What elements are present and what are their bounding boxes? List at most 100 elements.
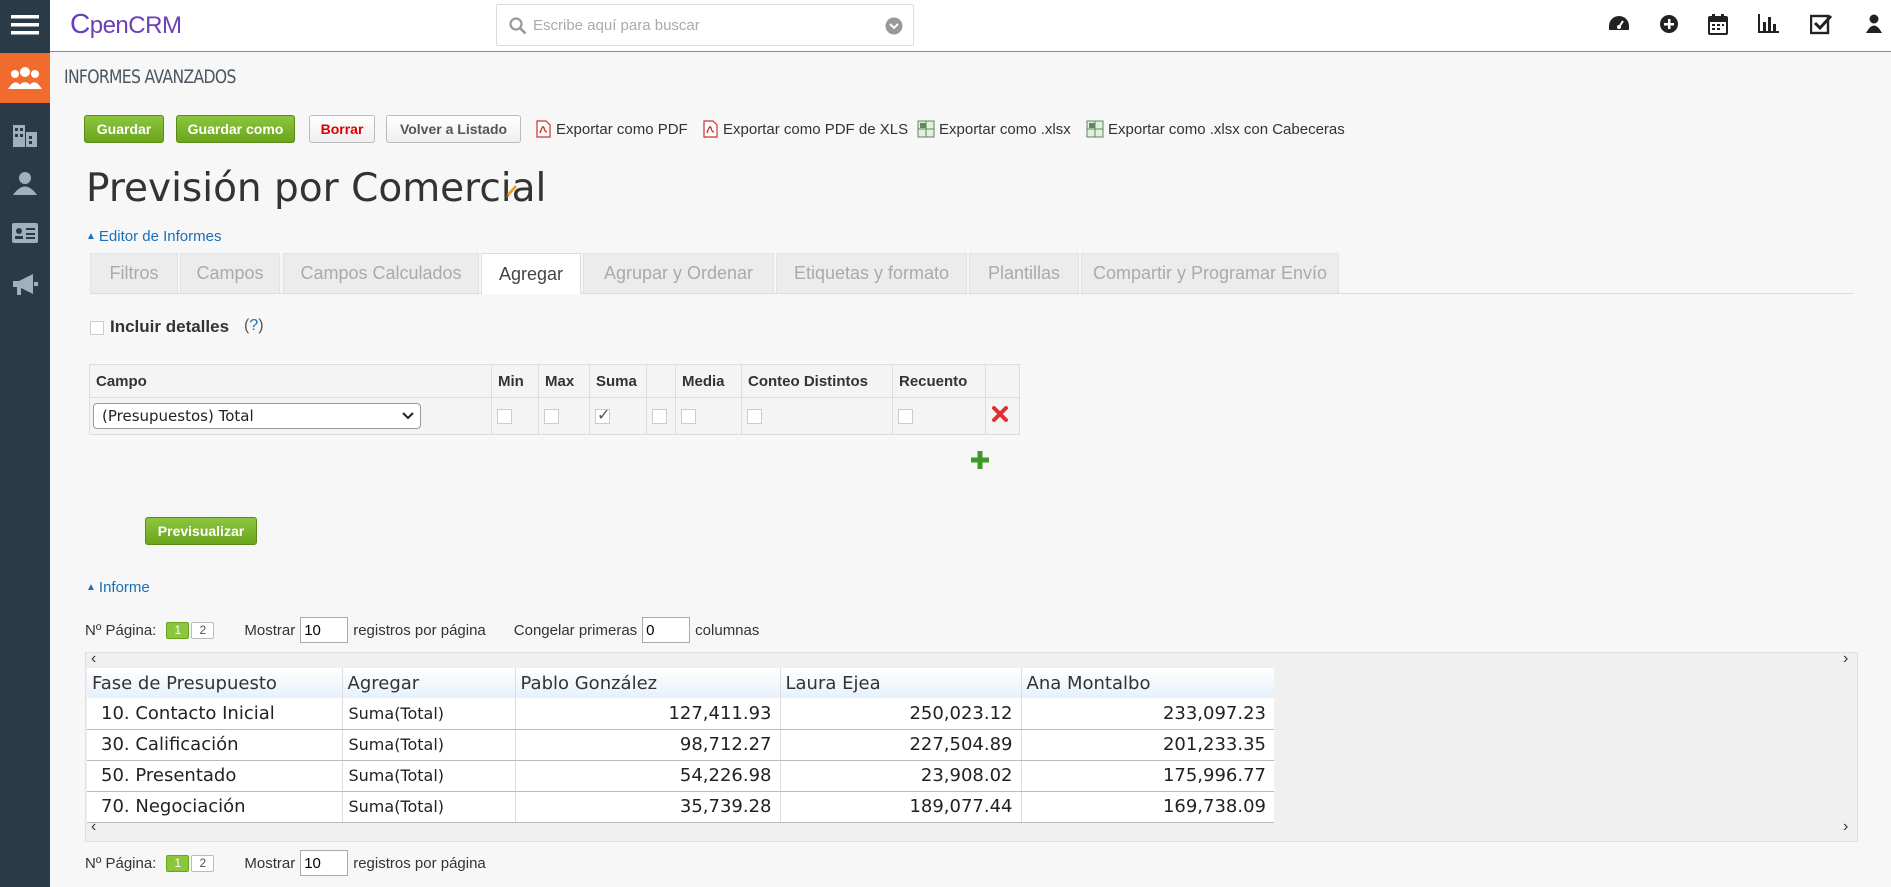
page-2-button[interactable]: 2 (191, 854, 215, 872)
page-2-button[interactable]: 2 (191, 621, 215, 639)
chevron-down-circle-icon[interactable] (885, 17, 903, 35)
user-account-icon[interactable] (1862, 12, 1886, 36)
row-laura-value: 250,023.12 (779, 698, 1021, 730)
col-max: Max (538, 364, 590, 398)
col-campo: Campo (89, 364, 492, 398)
id-card-icon (12, 223, 38, 243)
tab-campos[interactable]: Campos (180, 253, 280, 293)
back-to-list-button[interactable]: Volver a Listado (386, 115, 521, 143)
tasks-check-icon[interactable] (1809, 12, 1833, 36)
field-select[interactable]: (Presupuestos) Total (93, 403, 421, 429)
delete-button[interactable]: Borrar (309, 115, 375, 143)
row-agregar: Suma(Total) (341, 729, 515, 761)
bar-chart-icon[interactable] (1756, 12, 1780, 36)
pagination-bottom: Nº Página: 1 2 Mostrar registros por pág… (85, 850, 486, 876)
calendar-icon[interactable] (1706, 12, 1730, 36)
tab-agrupar-ordenar[interactable]: Agrupar y Ordenar (583, 253, 774, 293)
add-icon[interactable] (1657, 12, 1681, 36)
tab-etiquetas-formato[interactable]: Etiquetas y formato (776, 253, 967, 293)
sidebar-item-campaigns[interactable] (0, 260, 50, 310)
table-row: 10. Contacto Inicial Suma(Total) 127,411… (87, 698, 1274, 730)
col-blank (646, 364, 676, 398)
scroll-right-icon[interactable]: › (1843, 650, 1848, 668)
page-1-button[interactable]: 1 (166, 621, 190, 639)
export-xlsx-link[interactable]: Exportar como .xlsx (917, 118, 1071, 140)
freeze-columns-input[interactable] (642, 617, 691, 643)
megaphone-icon (13, 274, 38, 295)
tab-filtros[interactable]: Filtros (90, 253, 178, 293)
dashboard-icon[interactable] (1607, 12, 1631, 36)
tab-campos-calculados[interactable]: Campos Calculados (283, 253, 479, 293)
help-paren-close: ) (258, 317, 264, 334)
scroll-right-bottom-icon[interactable]: › (1843, 818, 1848, 836)
row-agregar: Suma(Total) (341, 698, 515, 730)
app-logo[interactable]: CpenCRM (70, 8, 182, 40)
row-fase: 50. Presentado (87, 760, 342, 792)
row-fase: 30. Calificación (87, 729, 342, 761)
per-page-suffix: registros por página (353, 854, 486, 872)
page-1-button[interactable]: 1 (166, 854, 190, 872)
per-page-input-bottom[interactable] (300, 850, 349, 876)
aggregate-row: (Presupuestos) Total (89, 397, 1020, 435)
row-fase: 70. Negociación (87, 791, 342, 823)
sidebar-item-cards[interactable] (0, 208, 50, 258)
report-section-toggle[interactable]: ▲ Informe (86, 579, 150, 596)
sidebar-item-users-group[interactable] (0, 53, 50, 103)
preview-button[interactable]: Previsualizar (145, 517, 257, 545)
row-fase: 10. Contacto Inicial (87, 698, 342, 730)
save-as-button[interactable]: Guardar como (176, 115, 295, 143)
report-col-fase: Fase de Presupuesto (87, 668, 342, 698)
field-select-value: (Presupuestos) Total (102, 407, 254, 425)
export-xlsx-label: Exportar como .xlsx (939, 120, 1071, 138)
tab-agregar[interactable]: Agregar (481, 253, 581, 294)
tab-compartir-programar[interactable]: Compartir y Programar Envío (1081, 253, 1339, 293)
row-pablo-value: 35,739.28 (514, 791, 780, 823)
sidebar-item-contacts[interactable] (0, 158, 50, 208)
save-button[interactable]: Guardar (84, 115, 164, 143)
sidebar-item-companies[interactable] (0, 110, 50, 160)
pdf-icon (534, 120, 552, 138)
delete-x-icon[interactable] (991, 405, 1009, 423)
export-xlsx-headers-link[interactable]: Exportar como .xlsx con Cabeceras (1086, 118, 1345, 140)
media-checkbox[interactable] (681, 409, 696, 425)
report-editor-toggle[interactable]: ▲ Editor de Informes (86, 228, 221, 245)
tab-plantillas[interactable]: Plantillas (969, 253, 1079, 293)
pdf-icon (701, 120, 719, 138)
edit-pencil-icon[interactable] (504, 184, 518, 200)
pagination-top: Nº Página: 1 2 Mostrar registros por pág… (85, 617, 759, 643)
export-pdf-xls-link[interactable]: Exportar como PDF de XLS (701, 118, 908, 140)
show-label: Mostrar (244, 621, 296, 639)
include-details-label: Incluir detalles (110, 317, 230, 336)
show-label: Mostrar (244, 854, 296, 872)
col-actions (985, 364, 1020, 398)
include-details-checkbox[interactable] (90, 321, 104, 335)
min-checkbox[interactable] (497, 409, 512, 425)
menu-icon[interactable] (0, 0, 50, 50)
module-title: INFORMES AVANZADOS (64, 66, 236, 88)
suma-checkbox[interactable] (595, 405, 610, 425)
col-media: Media (675, 364, 742, 398)
row-pablo-value: 54,226.98 (514, 760, 780, 792)
export-pdf-link[interactable]: Exportar como PDF (534, 118, 688, 140)
scroll-left-icon[interactable]: ‹ (91, 650, 96, 668)
report-title: Previsión por Comercial (86, 166, 547, 211)
conteo-distintos-checkbox[interactable] (747, 409, 762, 425)
per-page-input[interactable] (300, 617, 349, 643)
row-agregar: Suma(Total) (341, 791, 515, 823)
help-question-mark: ? (249, 317, 259, 334)
extra-checkbox[interactable] (652, 409, 667, 425)
add-row-plus-icon[interactable] (970, 450, 990, 470)
row-laura-value: 227,504.89 (779, 729, 1021, 761)
search-input[interactable] (533, 13, 873, 37)
scroll-left-bottom-icon[interactable]: ‹ (91, 818, 96, 836)
row-pablo-value: 127,411.93 (514, 698, 780, 730)
report-col-agregar: Agregar (341, 668, 515, 698)
max-checkbox[interactable] (544, 409, 559, 425)
report-editor-label: Editor de Informes (98, 228, 222, 245)
report-table: Fase de Presupuesto Agregar Pablo Gonzál… (87, 668, 1274, 823)
recuento-checkbox[interactable] (898, 409, 913, 425)
col-suma: Suma (589, 364, 647, 398)
table-row: 70. Negociación Suma(Total) 35,739.28 18… (87, 791, 1274, 823)
row-ana-value: 233,097.23 (1020, 698, 1274, 730)
include-details-help[interactable]: (?) (244, 317, 264, 335)
